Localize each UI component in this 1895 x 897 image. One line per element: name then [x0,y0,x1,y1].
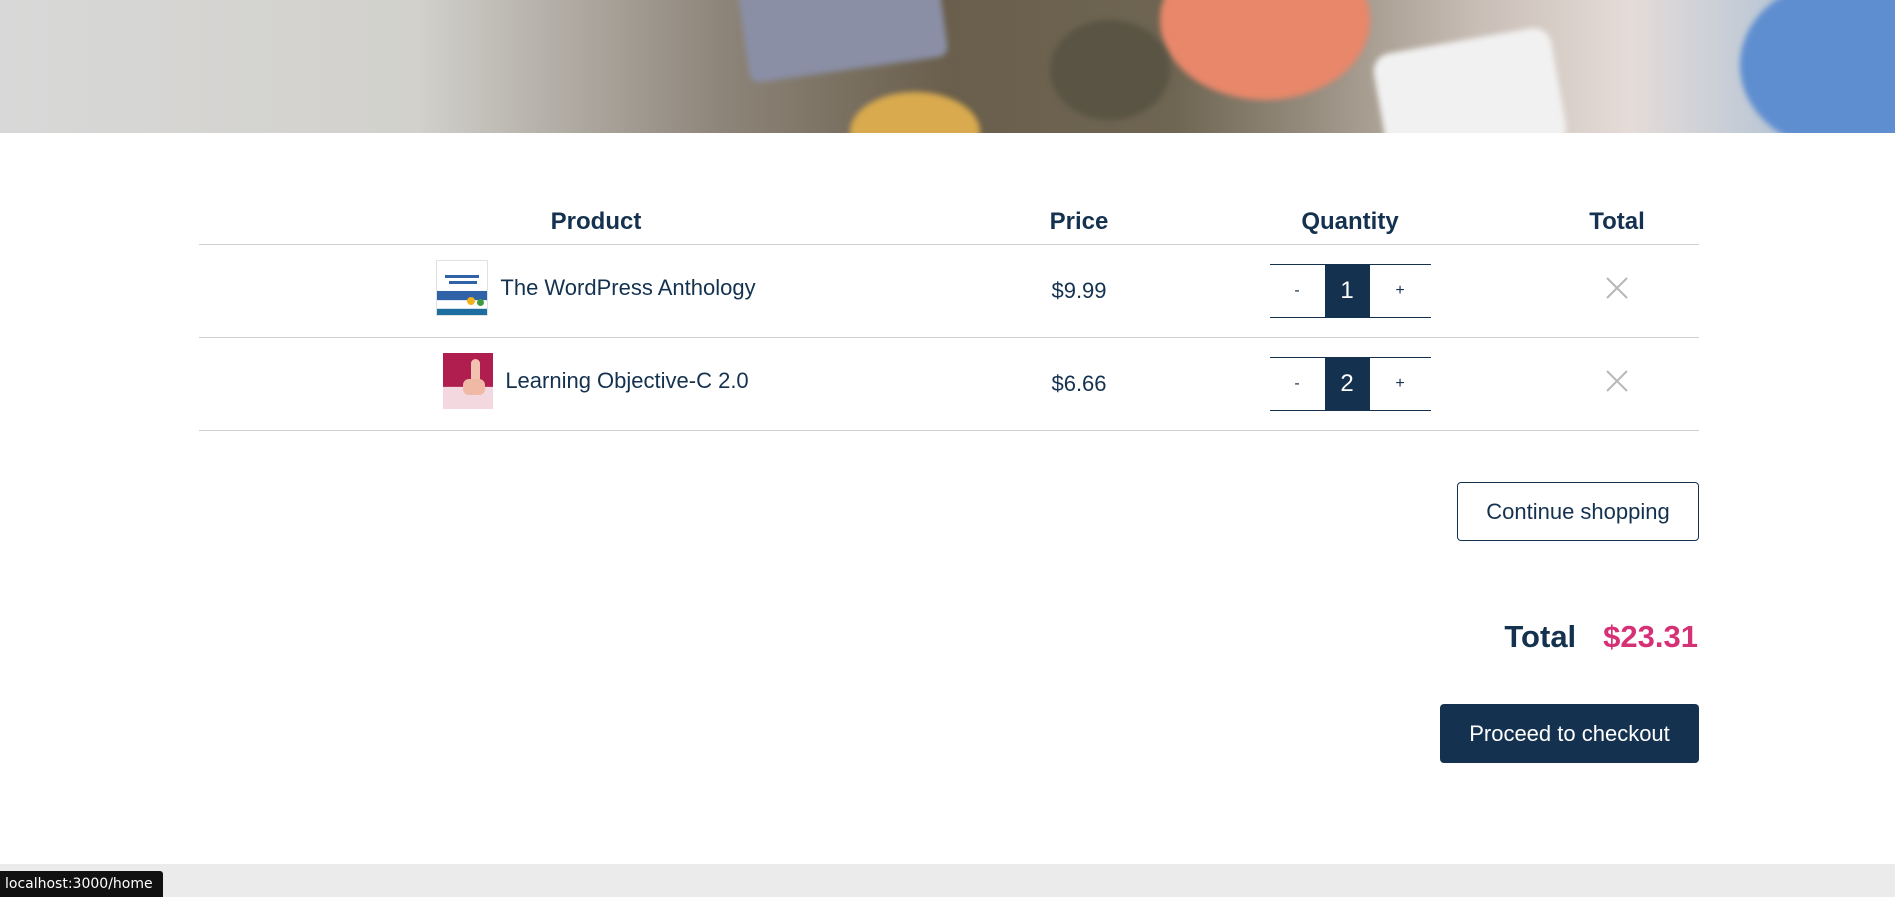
product-cell: The WordPress Anthology [199,244,993,338]
hero-banner-image [0,0,1895,133]
footer-strip [0,864,1895,897]
quantity-stepper: - 2 + [1269,356,1431,411]
total-label: Total [1504,619,1577,654]
cart-total: Total $23.31 [1480,614,1698,660]
table-row: The WordPress Anthology $9.99 - 1 + [199,244,1699,338]
product-cell: Learning Objective-C 2.0 [199,337,993,431]
remove-cell [1535,244,1699,338]
quantity-stepper: - 1 + [1269,263,1431,318]
close-icon[interactable] [1604,275,1630,301]
decrement-button[interactable]: - [1269,264,1325,317]
quantity-cell: - 2 + [1165,337,1535,431]
product-price: $6.66 [993,337,1165,431]
header-product: Product [199,200,993,245]
total-value: $23.31 [1603,619,1698,654]
header-price: Price [993,200,1165,245]
product-price: $9.99 [993,244,1165,338]
quantity-value: 2 [1324,357,1370,410]
cart-page: Product Price Quantity Total The WordPre… [0,0,1895,897]
product-name[interactable]: The WordPress Anthology [500,275,755,301]
increment-button[interactable]: + [1369,357,1431,410]
table-row: Learning Objective-C 2.0 $6.66 - 2 + [199,337,1699,431]
close-icon[interactable] [1604,368,1630,394]
learning-objective-c-thumbnail[interactable] [443,352,494,409]
quantity-value: 1 [1324,264,1370,317]
product-name[interactable]: Learning Objective-C 2.0 [505,368,748,394]
increment-button[interactable]: + [1369,264,1431,317]
header-quantity: Quantity [1165,200,1535,245]
cart-table: Product Price Quantity Total The WordPre… [199,200,1699,431]
wordpress-anthology-thumbnail[interactable] [436,259,489,316]
remove-cell [1535,337,1699,431]
decrement-button[interactable]: - [1269,357,1325,410]
header-total: Total [1535,200,1699,245]
proceed-to-checkout-button[interactable]: Proceed to checkout [1440,704,1699,763]
browser-status-url: localhost:3000/home [0,871,163,897]
continue-shopping-button[interactable]: Continue shopping [1457,482,1699,541]
quantity-cell: - 1 + [1165,244,1535,338]
cart-table-header: Product Price Quantity Total [199,200,1699,245]
